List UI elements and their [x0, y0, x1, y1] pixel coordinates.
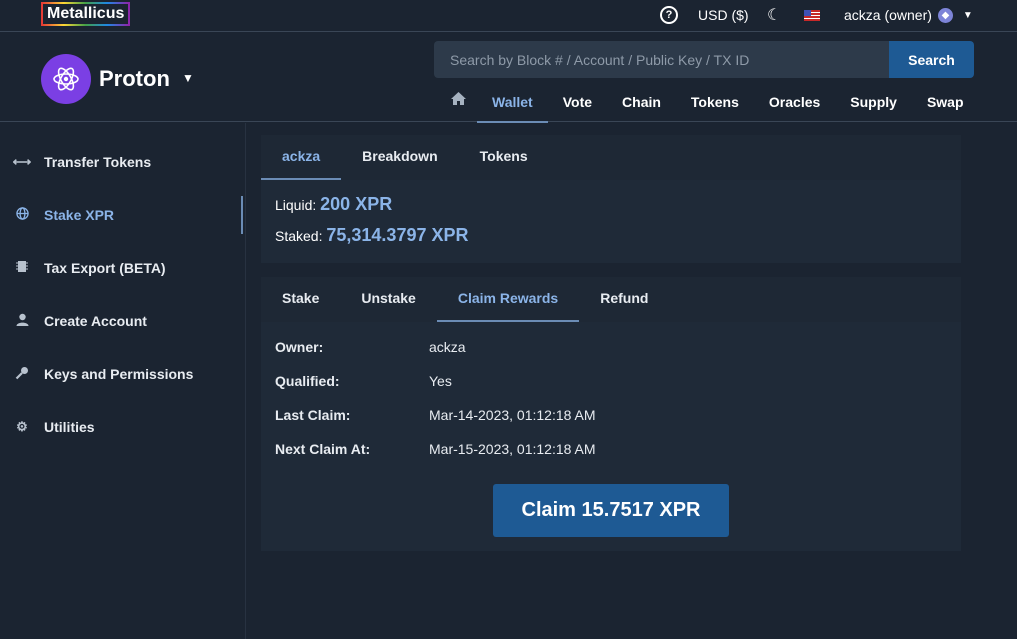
- sidebar-item-label: Utilities: [44, 419, 95, 435]
- search-input[interactable]: [434, 41, 890, 78]
- sidebar-item-label: Tax Export (BETA): [44, 260, 166, 276]
- chip-icon: [0, 260, 44, 276]
- stake-tabs: Stake Unstake Claim Rewards Refund: [261, 277, 961, 322]
- nav-wallet[interactable]: Wallet: [477, 85, 548, 123]
- sidebar-item-label: Transfer Tokens: [44, 154, 152, 170]
- sidebar-item-utilities[interactable]: ⚙ Utilities: [0, 407, 245, 447]
- tab-claim-rewards[interactable]: Claim Rewards: [436, 277, 580, 322]
- owner-label: Owner:: [275, 339, 324, 355]
- tab-breakdown[interactable]: Breakdown: [341, 135, 458, 180]
- top-bar: Metallicus ? USD ($) ☾ ackza (owner) ◆ ▼: [0, 0, 1017, 32]
- tab-unstake[interactable]: Unstake: [340, 277, 436, 322]
- ethereum-icon: ◆: [937, 7, 953, 23]
- brand-logo[interactable]: Metallicus: [41, 2, 131, 26]
- staked-value: 75,314.3797 XPR: [326, 225, 469, 245]
- sidebar-item-transfer-tokens[interactable]: ⟷ Transfer Tokens: [0, 142, 245, 182]
- sidebar-item-label: Stake XPR: [44, 207, 115, 223]
- nav-tokens[interactable]: Tokens: [676, 85, 754, 123]
- sidebar-item-tax-export[interactable]: Tax Export (BETA): [0, 248, 245, 288]
- currency-selector[interactable]: USD ($): [698, 5, 749, 25]
- last-claim-value: Mar-14-2023, 01:12:18 AM: [429, 407, 596, 423]
- last-claim-label: Last Claim:: [275, 407, 351, 423]
- tab-refund[interactable]: Refund: [579, 277, 669, 322]
- help-icon[interactable]: ?: [660, 5, 678, 25]
- staked-balance: Staked: 75,314.3797 XPR: [261, 225, 961, 246]
- app-name[interactable]: Proton: [99, 66, 170, 92]
- nav-vote[interactable]: Vote: [548, 85, 607, 123]
- key-icon: [0, 366, 44, 383]
- sidebar-item-label: Keys and Permissions: [44, 366, 194, 382]
- flag-icon[interactable]: [804, 5, 820, 25]
- owner-value: ackza: [429, 339, 466, 355]
- sidebar-item-create-account[interactable]: Create Account: [0, 301, 245, 341]
- nav-swap[interactable]: Swap: [912, 85, 979, 123]
- liquid-balance: Liquid: 200 XPR: [261, 194, 961, 215]
- arrows-horizontal-icon: ⟷: [12, 154, 32, 169]
- proton-atom-icon[interactable]: [41, 54, 91, 104]
- sidebar: ⟷ Transfer Tokens Stake XPR Tax Export (…: [0, 123, 245, 639]
- chevron-down-icon[interactable]: ▼: [182, 71, 194, 85]
- nav-chain[interactable]: Chain: [607, 85, 676, 123]
- sidebar-item-stake-xpr[interactable]: Stake XPR: [0, 195, 245, 235]
- chevron-down-icon: ▼: [962, 9, 973, 21]
- sidebar-divider: [245, 123, 246, 639]
- header: Proton ▼ Search Wallet Vote Chain Tokens…: [0, 33, 1017, 123]
- liquid-label: Liquid:: [275, 197, 317, 213]
- moon-icon[interactable]: ☾: [767, 5, 781, 25]
- user-icon: [0, 313, 44, 329]
- main-nav: Wallet Vote Chain Tokens Oracles Supply …: [440, 85, 979, 123]
- active-indicator: [241, 196, 243, 234]
- sidebar-item-keys-permissions[interactable]: Keys and Permissions: [0, 354, 245, 394]
- liquid-value: 200 XPR: [320, 194, 393, 214]
- tab-account[interactable]: ackza: [261, 135, 342, 180]
- tab-tokens[interactable]: Tokens: [459, 135, 549, 180]
- sidebar-item-label: Create Account: [44, 313, 147, 329]
- stake-panel: Stake Unstake Claim Rewards Refund Owner…: [261, 277, 961, 551]
- next-claim-label: Next Claim At:: [275, 441, 371, 457]
- nav-supply[interactable]: Supply: [835, 85, 912, 123]
- account-panel: ackza Breakdown Tokens Liquid: 200 XPR S…: [261, 135, 961, 263]
- qualified-label: Qualified:: [275, 373, 340, 389]
- search-button[interactable]: Search: [889, 41, 974, 78]
- nav-oracles[interactable]: Oracles: [754, 85, 835, 123]
- user-menu[interactable]: ackza (owner) ◆ ▼: [844, 5, 973, 25]
- tab-stake[interactable]: Stake: [261, 277, 340, 322]
- next-claim-value: Mar-15-2023, 01:12:18 AM: [429, 441, 596, 457]
- user-name: ackza (owner): [844, 7, 932, 23]
- staked-label: Staked:: [275, 228, 323, 244]
- account-tabs: ackza Breakdown Tokens: [261, 135, 961, 180]
- home-icon[interactable]: [440, 85, 477, 123]
- globe-icon: [0, 207, 44, 223]
- claim-rewards-button[interactable]: Claim 15.7517 XPR: [493, 484, 729, 537]
- gear-icon: ⚙: [16, 419, 28, 434]
- qualified-value: Yes: [429, 373, 452, 389]
